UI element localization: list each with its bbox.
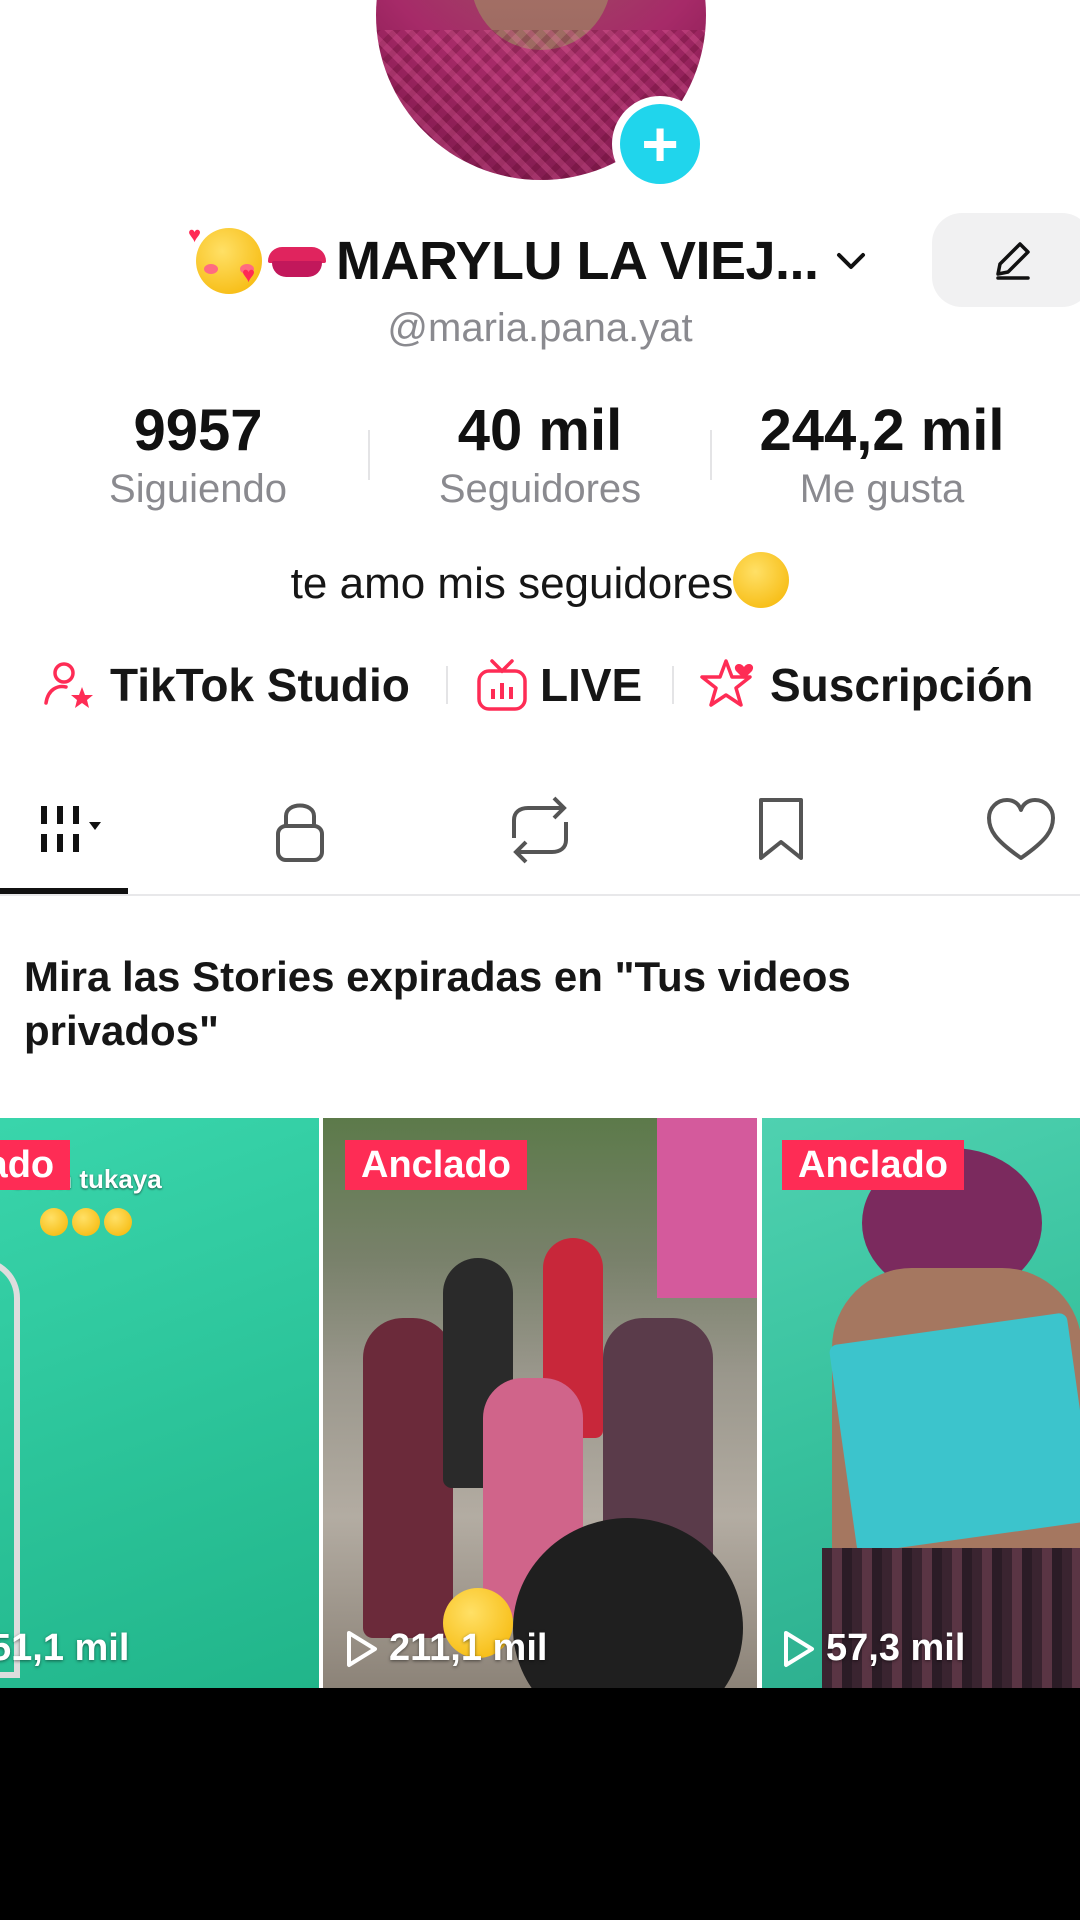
stat-divider [710, 430, 712, 480]
tab-private[interactable] [235, 780, 365, 880]
view-count-text: 51,1 mil [0, 1627, 130, 1669]
profile-screen: + ♥ ♥ MARYLU LA VIEJ... @maria.pana.yat … [0, 0, 1080, 1688]
stats-row: 9957 Siguiendo 40 mil Seguidores 244,2 m… [0, 398, 1080, 518]
bookmark-icon [759, 798, 803, 860]
video-tile[interactable]: on m tukaya lado 51,1 mil [0, 1118, 319, 1688]
action-divider [672, 666, 674, 704]
person-star-icon [44, 662, 93, 708]
followers-count: 40 mil [457, 398, 623, 463]
tiktok-studio-label: TikTok Studio [110, 659, 410, 711]
star-heart-icon [700, 659, 754, 707]
likes-count: 244,2 mil [759, 398, 1005, 463]
following-count: 9957 [133, 398, 263, 463]
username: @maria.pana.yat [387, 306, 693, 350]
view-count-text: 57,3 mil [826, 1627, 966, 1669]
display-name-row[interactable]: ♥ ♥ MARYLU LA VIEJ... [188, 222, 869, 296]
pinned-badge: Anclado [345, 1140, 527, 1190]
expired-stories-notice[interactable]: Mira las Stories expiradas en "Tus video… [24, 950, 1024, 1058]
lips-emoji-icon [264, 241, 330, 281]
pinned-badge: Anclado [782, 1140, 964, 1190]
tab-reposts[interactable] [475, 780, 605, 880]
lock-icon [276, 803, 324, 862]
view-count: 57,3 mil [782, 1627, 965, 1670]
tab-videos[interactable] [0, 780, 130, 880]
smiling-hearts-emoji-icon [733, 552, 790, 608]
following-label: Siguiendo [109, 467, 287, 511]
live-label: LIVE [540, 659, 643, 711]
edit-profile-button[interactable] [932, 213, 1080, 307]
view-count: 211,1 mil [345, 1627, 547, 1670]
pencil-icon [996, 242, 1030, 280]
content-tabs [0, 780, 1080, 896]
tab-liked[interactable] [956, 780, 1080, 880]
live-button[interactable]: LIVE [476, 650, 642, 720]
repost-icon [512, 796, 568, 864]
stat-likes[interactable]: 244,2 mil Me gusta [732, 398, 1032, 514]
stat-divider [368, 430, 370, 480]
pinned-badge: lado [0, 1140, 71, 1190]
subscription-button[interactable]: Suscripción [700, 650, 1033, 720]
heart-icon [987, 798, 1055, 860]
bio-text: te amo mis seguidores [290, 559, 734, 608]
play-icon [784, 1630, 814, 1667]
action-divider [446, 666, 448, 704]
tab-favorites[interactable] [716, 780, 846, 880]
person-figure [363, 1318, 453, 1638]
view-count: 51,1 mil [0, 1627, 129, 1670]
display-name: MARYLU LA VIEJ... [336, 231, 819, 291]
pink-wall [657, 1118, 757, 1298]
grid-icon [41, 806, 101, 852]
video-tile[interactable]: Anclado 211,1 mil [323, 1118, 757, 1688]
subscription-label: Suscripción [770, 659, 1034, 711]
blue-bag [828, 1312, 1080, 1554]
tiktok-studio-button[interactable]: TikTok Studio [42, 650, 410, 720]
chevron-down-icon[interactable] [833, 243, 869, 279]
bottom-area [0, 1688, 1080, 1920]
video-tile[interactable]: Anclado 57,3 mil [762, 1118, 1080, 1688]
view-count-text: 211,1 mil [389, 1627, 548, 1669]
smiling-hearts-emoji-icon: ♥ ♥ [188, 222, 262, 294]
profile-actions: TikTok Studio LIVE Suscripción [0, 650, 1080, 720]
stat-following[interactable]: 9957 Siguiendo [48, 398, 348, 514]
active-tab-indicator [0, 888, 128, 894]
followers-label: Seguidores [438, 467, 642, 511]
plus-icon: + [620, 104, 700, 184]
bio: te amo mis seguidores [0, 552, 1080, 609]
add-story-button[interactable]: + [612, 96, 708, 192]
stat-followers[interactable]: 40 mil Seguidores [390, 398, 690, 514]
emoji-row [40, 1208, 136, 1243]
tv-icon [477, 659, 527, 711]
doorway [0, 1258, 20, 1678]
play-icon [347, 1630, 377, 1667]
likes-label: Me gusta [799, 467, 965, 511]
